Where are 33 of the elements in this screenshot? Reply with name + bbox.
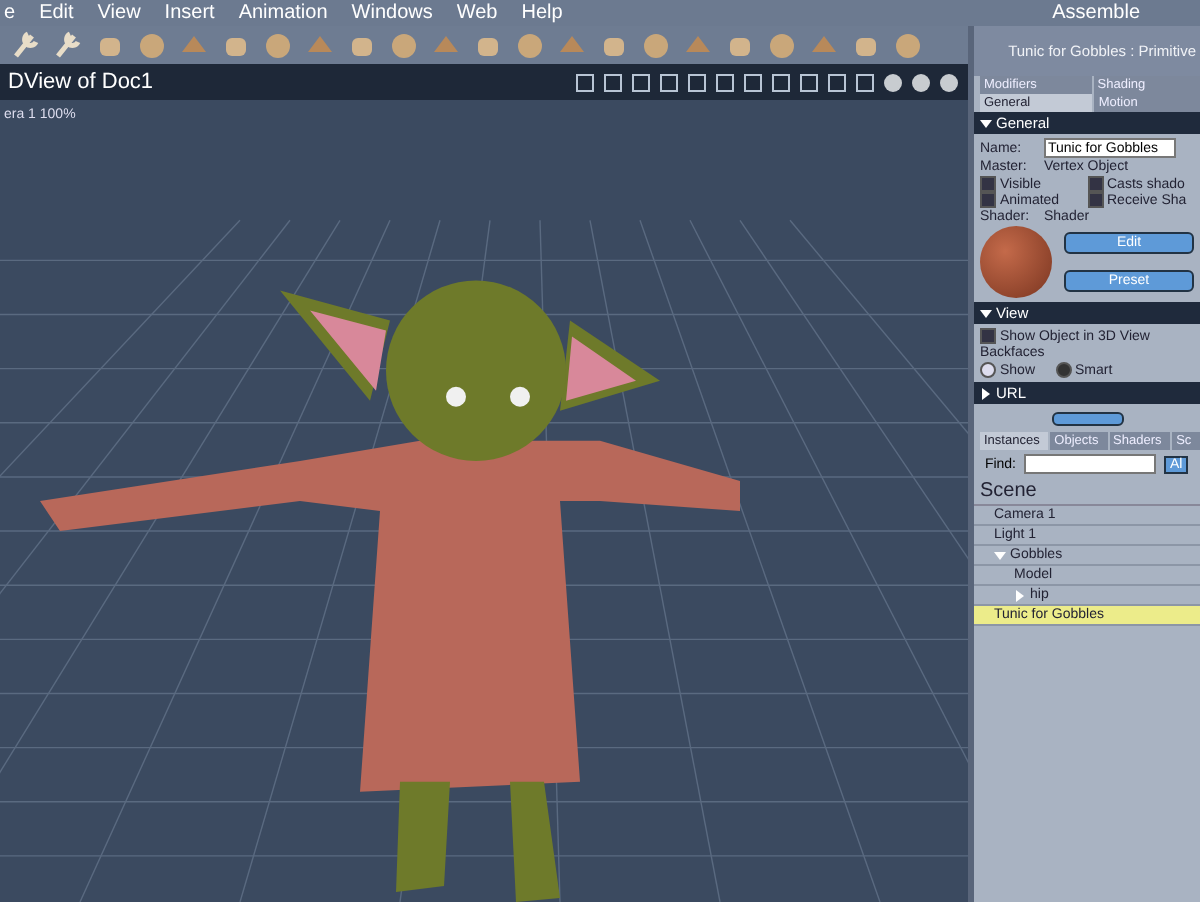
find-field[interactable] — [1024, 454, 1156, 474]
view-mode-icon[interactable] — [658, 71, 680, 93]
view-mode-icon[interactable] — [798, 71, 820, 93]
view-mode-icon[interactable] — [826, 71, 848, 93]
view-mode-icon[interactable] — [714, 71, 736, 93]
view-mode-icon[interactable] — [742, 71, 764, 93]
expanded-arrow-icon[interactable] — [980, 117, 992, 129]
menu-item[interactable]: Insert — [164, 1, 215, 25]
collapsed-arrow-icon[interactable] — [980, 387, 992, 399]
menu-item[interactable]: Windows — [351, 1, 433, 25]
view-mode-icon[interactable] — [602, 71, 624, 93]
menu-item[interactable]: View — [97, 1, 141, 25]
splitter-handle[interactable] — [1051, 411, 1123, 425]
sphere-icon[interactable] — [910, 71, 932, 93]
menu-item[interactable]: Animation — [238, 1, 328, 25]
view-mode-icon[interactable] — [574, 71, 596, 93]
expanded-arrow-icon[interactable] — [980, 307, 992, 319]
shader-preview-sphere — [980, 226, 1052, 298]
view-mode-icon[interactable] — [686, 71, 708, 93]
sphere-icon[interactable] — [938, 71, 960, 93]
view-mode-icon[interactable] — [770, 71, 792, 93]
menu-item[interactable]: Edit — [39, 1, 74, 25]
scene-header: Scene — [974, 478, 1200, 506]
wrench-icon[interactable] — [50, 27, 86, 63]
room-tab[interactable]: Assemble — [1052, 1, 1140, 25]
view-mode-icon[interactable] — [630, 71, 652, 93]
sphere-icon[interactable] — [882, 71, 904, 93]
menu-item[interactable]: Web — [456, 1, 498, 25]
menu-item[interactable]: e — [4, 1, 16, 25]
wrench-icon[interactable] — [8, 27, 44, 63]
viewport-title: DView of Doc1 — [8, 70, 154, 94]
menu-item[interactable]: Help — [521, 1, 563, 25]
view-mode-icon[interactable] — [854, 71, 876, 93]
